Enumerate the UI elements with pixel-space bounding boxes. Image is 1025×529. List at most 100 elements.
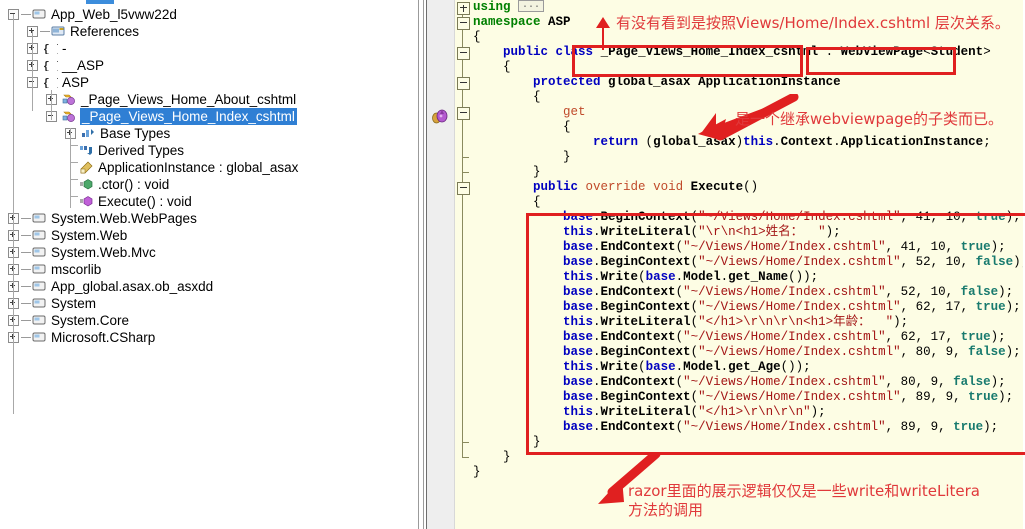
tree-guide-elbow: [70, 162, 78, 163]
tree-node-label: __ASP: [62, 57, 105, 73]
code-line-26: base.EndContext("~/Views/Home/Index.csht…: [563, 375, 1006, 389]
code-line-29: base.EndContext("~/Views/Home/Index.csht…: [563, 420, 999, 434]
editor-gutter[interactable]: [427, 0, 455, 529]
tree-node-3[interactable]: { } __ASP: [0, 56, 418, 73]
class-icon: [62, 93, 77, 106]
outline-toggle-getter[interactable]: [457, 107, 470, 120]
tree-node-label: .ctor() : void: [98, 176, 170, 192]
code-line-15: base.BeginContext("~/Views/Home/Index.cs…: [563, 210, 1021, 224]
tree-node-16[interactable]: App_global.asax.ob_asxdd: [0, 277, 418, 294]
tree-node-5[interactable]: _Page_Views_Home_About_cshtml: [0, 90, 418, 107]
tree-node-4[interactable]: { } ASP: [0, 73, 418, 90]
code-editor-panel[interactable]: using ... namespace ASP{ public class _Pa…: [427, 0, 1025, 529]
code-line-14: {: [473, 195, 541, 209]
tree-node-12[interactable]: System.Web.WebPages: [0, 209, 418, 226]
tree-node-label: Microsoft.CSharp: [51, 329, 156, 345]
tree-node-17[interactable]: System: [0, 294, 418, 311]
base-types-icon: [81, 127, 96, 140]
arrow-to-class-name-icon: [596, 17, 610, 50]
tree-node-8[interactable]: Derived Types: [0, 141, 418, 158]
code-line-24: base.BeginContext("~/Views/Home/Index.cs…: [563, 345, 1021, 359]
panel-tab-indicator: [86, 0, 114, 4]
tree-node-14[interactable]: System.Web.Mvc: [0, 243, 418, 260]
tree-node-label: -: [62, 40, 67, 56]
tree-node-label: References: [70, 23, 140, 39]
assembly-icon: [32, 212, 47, 225]
tree-node-label: App_Web_l5vww22d: [51, 6, 177, 22]
code-line-6: protected global_asax ApplicationInstanc…: [533, 75, 841, 89]
tree-node-label: System.Web: [51, 227, 128, 243]
namespace-icon: { }: [43, 59, 58, 72]
outline-elbow: [462, 157, 469, 158]
code-line-28: this.WriteLiteral("</h1>\r\n\r\n");: [563, 405, 826, 419]
code-line-22: this.WriteLiteral("</h1>\r\n\r\n<h1>年龄： …: [563, 315, 909, 329]
code-line-21: base.BeginContext("~/Views/Home/Index.cs…: [563, 300, 1021, 314]
code-line-12: }: [473, 165, 541, 179]
outline-toggle-execute[interactable]: [457, 182, 470, 195]
code-line-31: }: [473, 450, 511, 464]
tree-node-label: System: [51, 295, 97, 311]
tree-node-list[interactable]: App_Web_l5vww22dReferences{ }-{ }__ASP{ …: [0, 5, 418, 345]
tree-node-label: System.Core: [51, 312, 130, 328]
svg-text:{ }: { }: [43, 61, 58, 71]
tree-connector: [40, 30, 50, 32]
tree-node-label: Derived Types: [98, 142, 185, 158]
annotation-razor-line2: 方法的调用: [628, 501, 704, 519]
code-line-17: base.EndContext("~/Views/Home/Index.csht…: [563, 240, 1006, 254]
outline-toggle-class[interactable]: [457, 47, 470, 60]
code-line-27: base.BeginContext("~/Views/Home/Index.cs…: [563, 390, 1014, 404]
assembly-icon: [32, 297, 47, 310]
tree-node-15[interactable]: mscorlib: [0, 260, 418, 277]
code-line-1: using ...: [473, 0, 1025, 15]
tree-guide-line: [51, 90, 52, 120]
tree-node-11[interactable]: Execute() : void: [0, 192, 418, 209]
tree-node-7[interactable]: Base Types: [0, 124, 418, 141]
namespace-icon: { }: [43, 76, 58, 89]
tree-node-1[interactable]: References: [0, 22, 418, 39]
tree-node-9[interactable]: ApplicationInstance : global_asax: [0, 158, 418, 175]
code-line-32: }: [473, 465, 481, 479]
code-line-16: this.WriteLiteral("\r\n<h1>姓名： ");: [563, 225, 841, 239]
code-line-25: this.Write(base.Model.get_Age());: [563, 360, 811, 374]
tree-node-label: Execute() : void: [98, 193, 192, 209]
code-line-23: base.EndContext("~/Views/Home/Index.csht…: [563, 330, 1006, 344]
outline-collapse-column[interactable]: [455, 0, 473, 529]
assembly-icon: [32, 229, 47, 242]
code-line-13: public override void Execute(): [533, 180, 759, 194]
tree-node-19[interactable]: Microsoft.CSharp: [0, 328, 418, 345]
constructor-icon: [79, 178, 94, 191]
outline-elbow: [462, 172, 469, 173]
outline-toggle-using[interactable]: [457, 2, 470, 15]
tree-node-10[interactable]: .ctor() : void: [0, 175, 418, 192]
tree-node-18[interactable]: System.Core: [0, 311, 418, 328]
class-icon: [62, 110, 77, 123]
tree-connector: [21, 319, 31, 321]
annotation-subclass: 是一个继承webviewpage的子类而已。: [735, 110, 1004, 128]
code-line-30: }: [473, 435, 541, 449]
assembly-icon: [32, 331, 47, 344]
tree-node-label: App_global.asax.ob_asxdd: [51, 278, 214, 294]
tree-node-2[interactable]: { }-: [0, 39, 418, 56]
assembly-icon: [32, 8, 47, 21]
assembly-icon: [32, 263, 47, 276]
annotation-razor-line1: razor里面的展示逻辑仅仅是一些write和writeLitera: [628, 482, 980, 500]
tree-guide-elbow: [70, 145, 78, 146]
tree-node-13[interactable]: System.Web: [0, 226, 418, 243]
references-folder-icon: [51, 25, 66, 38]
tree-connector: [21, 234, 31, 236]
tree-node-0[interactable]: App_Web_l5vww22d: [0, 5, 418, 22]
tree-connector: [21, 302, 31, 304]
outline-toggle-property[interactable]: [457, 77, 470, 90]
derived-types-icon: [79, 144, 94, 157]
tree-node-label: Base Types: [100, 125, 171, 141]
breakpoint-glyph-icon[interactable]: [431, 108, 449, 126]
tree-guide-line: [13, 14, 14, 414]
tree-node-label: _Page_Views_Home_About_cshtml: [81, 91, 297, 107]
code-text-area[interactable]: using ... namespace ASP{ public class _Pa…: [473, 0, 1025, 529]
tree-node-6[interactable]: _Page_Views_Home_Index_cshtml: [0, 107, 418, 124]
tree-node-label: System.Web.WebPages: [51, 210, 197, 226]
outline-toggle-namespace[interactable]: [457, 17, 470, 30]
tree-connector: [21, 336, 31, 338]
object-browser-panel[interactable]: App_Web_l5vww22dReferences{ }-{ }__ASP{ …: [0, 0, 418, 529]
code-line-4: public class _Page_Views_Home_Index_csht…: [503, 45, 991, 59]
